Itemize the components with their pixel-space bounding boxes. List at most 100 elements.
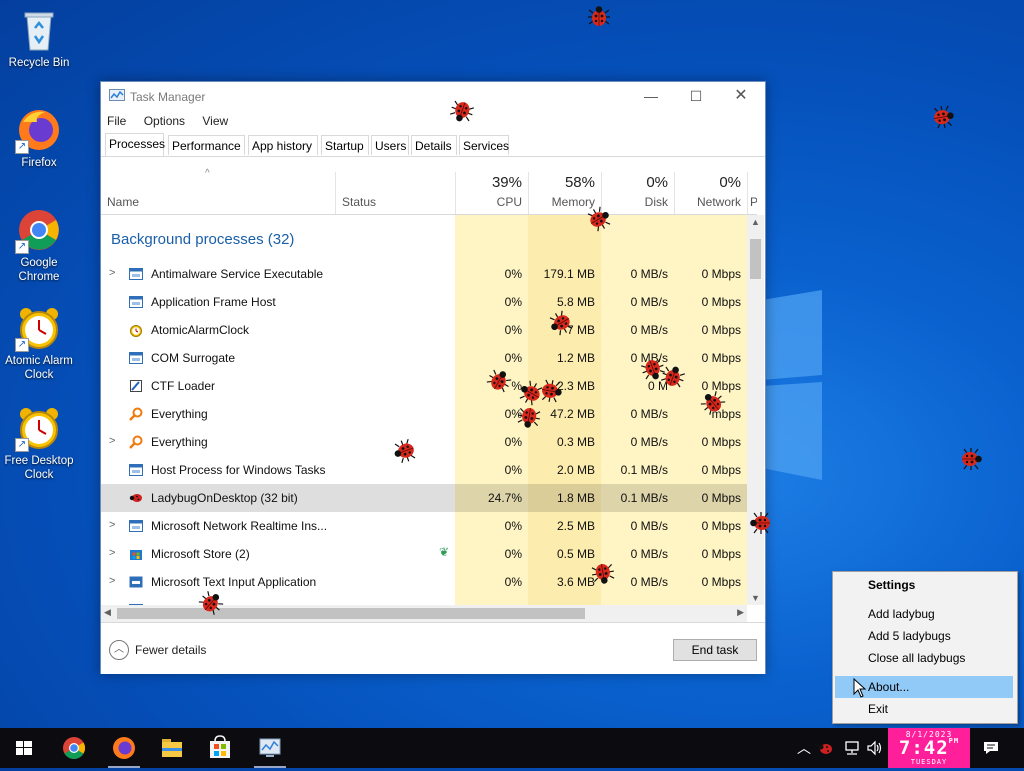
scroll-right-icon[interactable]: ▶ <box>737 607 744 618</box>
ladybug-sprite[interactable] <box>958 446 984 472</box>
cell-memory: 179.1 MB <box>543 267 595 281</box>
menu-item-close-all-ladybugs[interactable]: Close all ladybugs <box>835 647 1013 669</box>
expand-chevron-icon[interactable]: > <box>109 435 115 447</box>
cell-disk: 0.1 MB/s <box>620 463 668 477</box>
clock[interactable]: 8/1/2023 7:42PM TUESDAY <box>888 728 970 768</box>
menu-item-add-5-ladybugs[interactable]: Add 5 ladybugs <box>835 625 1013 647</box>
cell-disk: 0 MB/s <box>630 435 668 449</box>
table-row[interactable]: > Everything 0% 0.3 MB 0 MB/s 0 Mbps <box>101 428 747 456</box>
menu-file[interactable]: File <box>107 114 126 128</box>
expand-chevron-icon[interactable]: > <box>109 267 115 279</box>
cell-cpu: 0% <box>504 547 522 561</box>
cell-disk: 0 MB/s <box>630 407 668 421</box>
cell-network: 0 Mbps <box>701 463 741 477</box>
tab-details[interactable]: Details <box>411 135 457 155</box>
column-name[interactable]: ^ Name <box>101 168 335 214</box>
ladybug-sprite[interactable] <box>536 376 566 406</box>
menu-options[interactable]: Options <box>144 114 185 128</box>
column-power[interactable]: P <box>747 172 757 214</box>
table-row[interactable]: Everything 0% 47.2 MB 0 MB/s mbps <box>101 400 747 428</box>
cell-network: 0 Mbps <box>701 435 741 449</box>
show-hidden-icons-chevron-icon[interactable]: ︿ <box>797 738 811 758</box>
column-network[interactable]: 0% Network <box>674 172 747 214</box>
ladybug-sprite[interactable] <box>748 510 774 536</box>
menu-item-add-ladybug[interactable]: Add ladybug <box>835 603 1013 625</box>
tab-app-history[interactable]: App history <box>248 135 318 155</box>
chevron-up-icon: ︿ <box>109 640 129 660</box>
scroll-down-icon[interactable]: ▼ <box>751 593 760 603</box>
column-status[interactable]: Status <box>335 172 455 214</box>
process-name: Host Process for Windows Tasks <box>151 463 326 477</box>
clock-weekday: TUESDAY <box>910 758 948 766</box>
cell-disk: 0 MB/s <box>630 547 668 561</box>
cell-disk: 0 MB/s <box>630 519 668 533</box>
action-center-icon[interactable] <box>982 740 1000 756</box>
scroll-left-icon[interactable]: ◀ <box>104 607 111 618</box>
ladybug-sprite[interactable] <box>514 402 544 432</box>
tab-users[interactable]: Users <box>371 135 409 155</box>
desktop-icon-recycle-bin[interactable]: Recycle Bin <box>0 6 78 70</box>
windows-wallpaper-logo <box>762 290 822 480</box>
menu-item-settings[interactable]: Settings <box>835 574 1013 596</box>
cell-cpu: 0% <box>504 323 522 337</box>
taskbar-firefox[interactable] <box>100 728 148 768</box>
expand-chevron-icon[interactable]: > <box>109 547 115 559</box>
scroll-thumb[interactable] <box>750 239 761 279</box>
column-cpu[interactable]: 39% CPU <box>455 172 528 214</box>
menu-bar: File Options View <box>107 114 242 132</box>
tab-processes[interactable]: Processes <box>105 133 165 156</box>
shortcut-arrow-icon: ↗ <box>15 240 29 254</box>
taskbar-microsoft-store[interactable] <box>196 728 244 768</box>
close-button[interactable]: ✕ <box>718 82 764 112</box>
process-name: Antimalware Service Executable <box>151 267 324 281</box>
cell-memory: 1.2 MB <box>556 351 595 365</box>
title-bar[interactable]: Task Manager — ☐ ✕ <box>101 82 765 112</box>
expand-chevron-icon[interactable]: > <box>109 575 115 587</box>
start-button[interactable] <box>0 728 48 768</box>
text-input-icon <box>129 575 143 589</box>
column-disk[interactable]: 0% Disk <box>601 172 674 214</box>
minimize-button[interactable]: — <box>628 82 674 112</box>
end-task-button[interactable]: End task <box>673 639 757 661</box>
expand-chevron-icon[interactable]: > <box>109 519 115 531</box>
taskbar-task-manager[interactable] <box>246 728 294 768</box>
table-row[interactable]: Application Frame Host 0% 5.8 MB 0 MB/s 0 Mb… <box>101 288 747 316</box>
scroll-up-icon[interactable]: ▲ <box>751 217 760 227</box>
table-row[interactable]: > Microsoft Store (2) ❦ 0% 0.5 MB 0 MB/s 0 Mbp… <box>101 540 747 568</box>
table-row[interactable]: > Antimalware Service Executable 0% 179.1 M… <box>101 260 747 288</box>
vertical-scrollbar[interactable]: ▲ ▼ <box>747 215 764 605</box>
table-row[interactable]: > Microsoft Text Input Application 0% 3.6 M… <box>101 568 747 596</box>
cell-network: 0 Mbps <box>701 519 741 533</box>
desktop-icon-firefox[interactable]: ↗ Firefox <box>0 106 78 170</box>
tab-startup[interactable]: Startup <box>321 135 369 155</box>
cell-cpu: 0% <box>504 575 522 589</box>
menu-item-exit[interactable]: Exit <box>835 698 1013 720</box>
table-row[interactable]: Host Process for Windows Tasks 0% 2.0 MB 0.… <box>101 456 747 484</box>
desktop-icon-google-chrome[interactable]: ↗ Google Chrome <box>0 206 78 284</box>
cell-disk: 0.1 MB/s <box>620 491 668 505</box>
table-row[interactable]: AtomicAlarmClock 0% 7 MB 0 MB/s 0 Mbps <box>101 316 747 344</box>
table-row[interactable]: LadybugOnDesktop (32 bit) 24.7% 1.8 MB 0.1 … <box>101 484 747 512</box>
process-list[interactable]: Background processes (32) > Antimalware S… <box>101 215 747 605</box>
menu-view[interactable]: View <box>202 114 228 128</box>
desktop-icon-atomic-alarm-clock[interactable]: ↗ Atomic Alarm Clock <box>0 304 78 382</box>
cell-network: 0 Mbps <box>701 575 741 589</box>
tab-performance[interactable]: Performance <box>168 135 245 155</box>
mouse-cursor-icon <box>853 678 867 698</box>
maximize-button[interactable]: ☐ <box>673 82 719 112</box>
taskbar-file-explorer[interactable] <box>148 728 196 768</box>
desktop-icon-free-desktop-clock[interactable]: ↗ Free Desktop Clock <box>0 404 78 482</box>
cell-cpu: 0% <box>504 463 522 477</box>
tab-services[interactable]: Services <box>459 135 509 155</box>
volume-icon[interactable] <box>866 740 884 756</box>
ladybug-sprite[interactable] <box>586 4 612 30</box>
table-row[interactable]: > Microsoft Network Realtime Ins... 0% 2.5 … <box>101 512 747 540</box>
ladybug-sprite[interactable] <box>588 558 618 588</box>
taskbar-chrome[interactable] <box>50 728 98 768</box>
ladybug-sprite[interactable] <box>928 102 958 132</box>
cell-disk: 0 MB/s <box>630 323 668 337</box>
task-manager-icon <box>109 89 125 101</box>
scroll-thumb[interactable] <box>117 608 585 619</box>
ladybug-tray-icon[interactable] <box>818 741 834 755</box>
network-icon[interactable] <box>843 740 861 756</box>
